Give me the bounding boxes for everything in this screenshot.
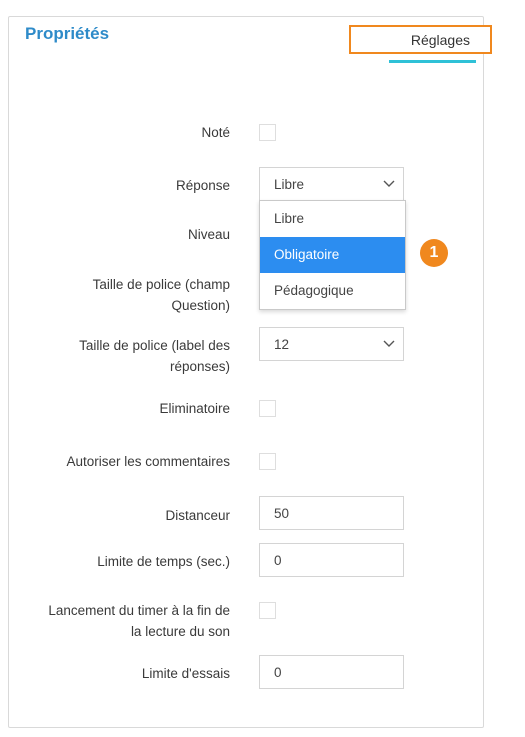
timer-label: Lancement du timer à la fin de la lectur… [48,600,230,642]
timer-label-line2: la lecture du son [130,624,230,639]
taille-reponses-label-line2: réponses) [169,359,230,374]
taille-reponses-value: 12 [274,336,290,352]
tab-active-indicator [389,60,476,63]
taille-question-label: Taille de police (champ Question) [93,274,230,316]
timer-checkbox[interactable] [259,602,276,619]
option-pedagogique[interactable]: Pédagogique [260,273,405,309]
commentaires-label: Autoriser les commentaires [66,454,230,469]
distanceur-label: Distanceur [165,508,230,523]
chevron-down-icon [383,340,395,347]
panel-title: Propriétés [25,24,110,43]
niveau-label: Niveau [187,227,230,242]
reponse-label: Réponse [175,178,230,193]
eliminatoire-checkbox[interactable] [259,400,276,417]
chevron-down-icon [383,180,395,187]
taille-reponses-label-line1: Taille de police (label des [79,338,230,353]
distanceur-input[interactable]: 50 [259,496,404,530]
taille-reponses-label: Taille de police (label des réponses) [79,335,230,377]
limite-essais-label: Limite d'essais [141,666,230,681]
option-libre[interactable]: Libre [260,201,405,237]
note-label: Noté [201,125,230,140]
eliminatoire-label: Eliminatoire [159,401,230,416]
reponse-select[interactable]: Libre [259,167,404,201]
tab-label: Réglages [410,31,470,48]
reponse-dropdown-menu: Libre Obligatoire Pédagogique [259,200,406,310]
limite-essais-value: 0 [274,664,282,680]
option-obligatoire[interactable]: Obligatoire [260,237,405,273]
commentaires-checkbox[interactable] [259,453,276,470]
tab-reglages[interactable]: Réglages [349,25,492,54]
limite-temps-label: Limite de temps (sec.) [97,554,230,569]
taille-reponses-select[interactable]: 12 [259,327,404,361]
taille-question-label-line1: Taille de police (champ [92,277,230,292]
taille-question-label-line2: Question) [171,298,230,313]
limite-temps-input[interactable]: 0 [259,543,404,577]
timer-label-line1: Lancement du timer à la fin de [48,603,230,618]
note-checkbox[interactable] [259,124,276,141]
distanceur-value: 50 [274,505,290,521]
reponse-select-value: Libre [274,176,305,192]
annotation-badge: 1 [420,239,448,267]
limite-essais-input[interactable]: 0 [259,655,404,689]
limite-temps-value: 0 [274,552,282,568]
